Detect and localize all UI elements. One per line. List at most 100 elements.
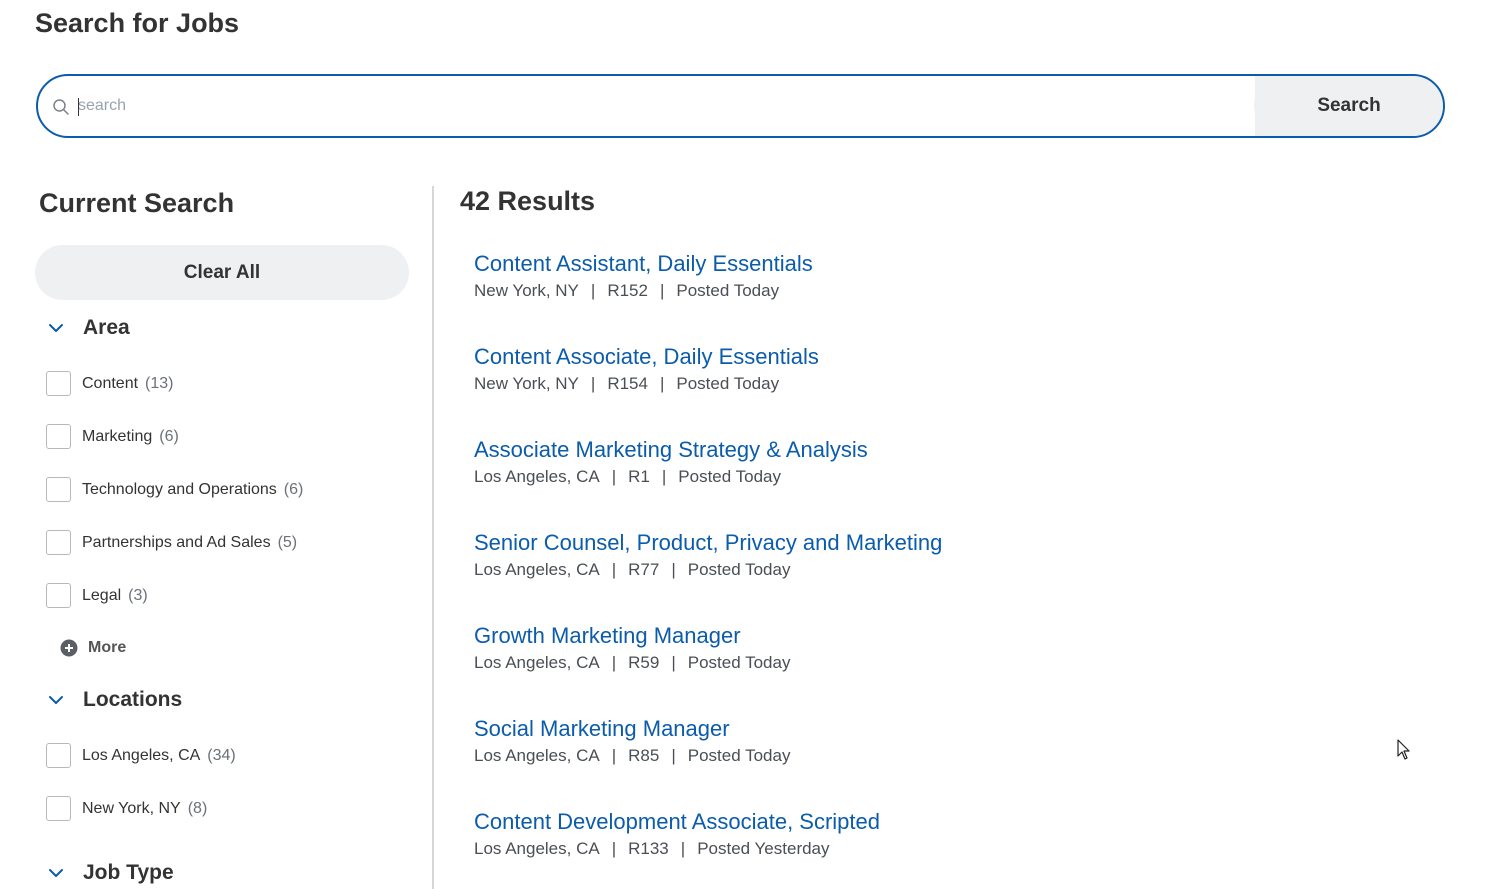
separator: | xyxy=(611,746,617,765)
filter-option-technology-and-operations[interactable]: Technology and Operations (6) xyxy=(46,477,303,502)
option-count: (8) xyxy=(187,799,208,817)
checkbox[interactable] xyxy=(46,424,71,449)
option-label: New York, NY xyxy=(82,799,181,817)
job-listing: Growth Marketing Manager Los Angeles, CA… xyxy=(474,623,790,673)
job-location: New York, NY xyxy=(474,281,579,300)
option-count: (6) xyxy=(159,427,179,445)
option-label: Los Angeles, CA xyxy=(82,746,201,764)
text-caret xyxy=(78,98,79,116)
separator: | xyxy=(611,653,617,672)
job-listing: Content Associate, Daily Essentials New … xyxy=(474,344,819,394)
job-location: Los Angeles, CA xyxy=(474,839,600,858)
checkbox[interactable] xyxy=(46,796,71,821)
job-meta: New York, NY | R152 | Posted Today xyxy=(474,281,813,301)
plus-circle-icon xyxy=(60,639,78,657)
job-title-link[interactable]: Content Associate, Daily Essentials xyxy=(474,344,819,370)
job-req-id: R85 xyxy=(628,746,660,765)
clear-all-button[interactable]: Clear All xyxy=(35,245,409,300)
job-location: Los Angeles, CA xyxy=(474,746,600,765)
separator: | xyxy=(671,560,676,579)
option-label: Content xyxy=(82,374,139,392)
job-location: Los Angeles, CA xyxy=(474,560,600,579)
job-listing: Content Development Associate, Scripted … xyxy=(474,809,880,859)
job-meta: New York, NY | R154 | Posted Today xyxy=(474,374,819,394)
job-posted: Posted Today xyxy=(687,653,791,672)
facet-header-locations[interactable]: Locations xyxy=(47,688,182,712)
job-listing: Senior Counsel, Product, Privacy and Mar… xyxy=(474,530,942,580)
option-count: (6) xyxy=(283,480,304,498)
job-req-id: R133 xyxy=(628,839,669,858)
separator: | xyxy=(611,839,617,858)
job-title-link[interactable]: Senior Counsel, Product, Privacy and Mar… xyxy=(474,530,942,556)
option-count: (13) xyxy=(145,374,174,392)
job-listing: Associate Marketing Strategy & Analysis … xyxy=(474,437,868,487)
option-label: Partnerships and Ad Sales xyxy=(82,533,271,551)
column-divider xyxy=(432,186,434,889)
page-title: Search for Jobs xyxy=(35,8,240,38)
job-location: New York, NY xyxy=(474,374,579,393)
checkbox[interactable] xyxy=(46,530,71,555)
job-posted: Posted Today xyxy=(676,374,780,393)
job-posted: Posted Yesterday xyxy=(697,839,830,858)
chevron-down-icon xyxy=(49,696,63,704)
more-label: More xyxy=(88,639,127,656)
separator: | xyxy=(671,653,676,672)
job-posted: Posted Today xyxy=(678,467,781,486)
option-label: Technology and Operations xyxy=(82,480,277,498)
job-location: Los Angeles, CA xyxy=(474,653,600,672)
checkbox[interactable] xyxy=(46,743,71,768)
option-label: Legal xyxy=(82,586,122,604)
facet-header-area[interactable]: Area xyxy=(47,316,130,340)
filter-option-marketing[interactable]: Marketing (6) xyxy=(46,424,179,449)
job-meta: Los Angeles, CA | R1 | Posted Today xyxy=(474,467,868,487)
facet-header-job-type[interactable]: Job Type xyxy=(47,861,174,885)
job-posted: Posted Today xyxy=(676,281,780,300)
job-meta: Los Angeles, CA | R133 | Posted Yesterday xyxy=(474,839,880,859)
job-req-id: R152 xyxy=(607,281,648,300)
separator: | xyxy=(659,374,665,393)
facet-title-job-type: Job Type xyxy=(83,861,174,884)
separator: | xyxy=(661,467,667,486)
separator: | xyxy=(671,746,676,765)
job-title-link[interactable]: Content Assistant, Daily Essentials xyxy=(474,251,813,277)
job-req-id: R154 xyxy=(607,374,648,393)
filter-option-partnerships-and-ad-sales[interactable]: Partnerships and Ad Sales (5) xyxy=(46,530,297,555)
option-count: (3) xyxy=(128,586,148,604)
job-req-id: R1 xyxy=(628,467,650,486)
checkbox[interactable] xyxy=(46,583,71,608)
job-title-link[interactable]: Associate Marketing Strategy & Analysis xyxy=(474,437,868,463)
option-count: (34) xyxy=(207,746,236,764)
facet-title-area: Area xyxy=(83,316,130,339)
separator: | xyxy=(611,467,617,486)
filter-option-los-angeles[interactable]: Los Angeles, CA (34) xyxy=(46,743,236,768)
job-location: Los Angeles, CA xyxy=(474,467,600,486)
job-title-link[interactable]: Growth Marketing Manager xyxy=(474,623,790,649)
job-meta: Los Angeles, CA | R85 | Posted Today xyxy=(474,746,790,766)
checkbox[interactable] xyxy=(46,371,71,396)
results-count: 42 Results xyxy=(460,186,596,216)
filter-option-new-york[interactable]: New York, NY (8) xyxy=(46,796,207,821)
job-posted: Posted Today xyxy=(687,746,791,765)
search-icon xyxy=(53,99,69,115)
filter-option-legal[interactable]: Legal (3) xyxy=(46,583,148,608)
job-title-link[interactable]: Social Marketing Manager xyxy=(474,716,790,742)
job-title-link[interactable]: Content Development Associate, Scripted xyxy=(474,809,880,835)
separator: | xyxy=(680,839,686,858)
checkbox[interactable] xyxy=(46,477,71,502)
job-meta: Los Angeles, CA | R77 | Posted Today xyxy=(474,560,942,580)
search-input[interactable] xyxy=(78,86,1248,126)
separator: | xyxy=(590,374,596,393)
separator: | xyxy=(611,560,617,579)
job-req-id: R77 xyxy=(628,560,660,579)
sidebar-title: Current Search xyxy=(39,188,235,218)
more-button[interactable]: More xyxy=(60,639,126,657)
separator: | xyxy=(659,281,665,300)
job-req-id: R59 xyxy=(628,653,660,672)
filter-option-content[interactable]: Content (13) xyxy=(46,371,174,396)
job-listing: Social Marketing Manager Los Angeles, CA… xyxy=(474,716,790,766)
job-meta: Los Angeles, CA | R59 | Posted Today xyxy=(474,653,790,673)
search-button-label: Search xyxy=(1317,95,1381,116)
chevron-down-icon xyxy=(49,869,63,877)
mouse-pointer-icon xyxy=(1397,739,1410,760)
search-button[interactable]: Search xyxy=(1254,76,1443,136)
